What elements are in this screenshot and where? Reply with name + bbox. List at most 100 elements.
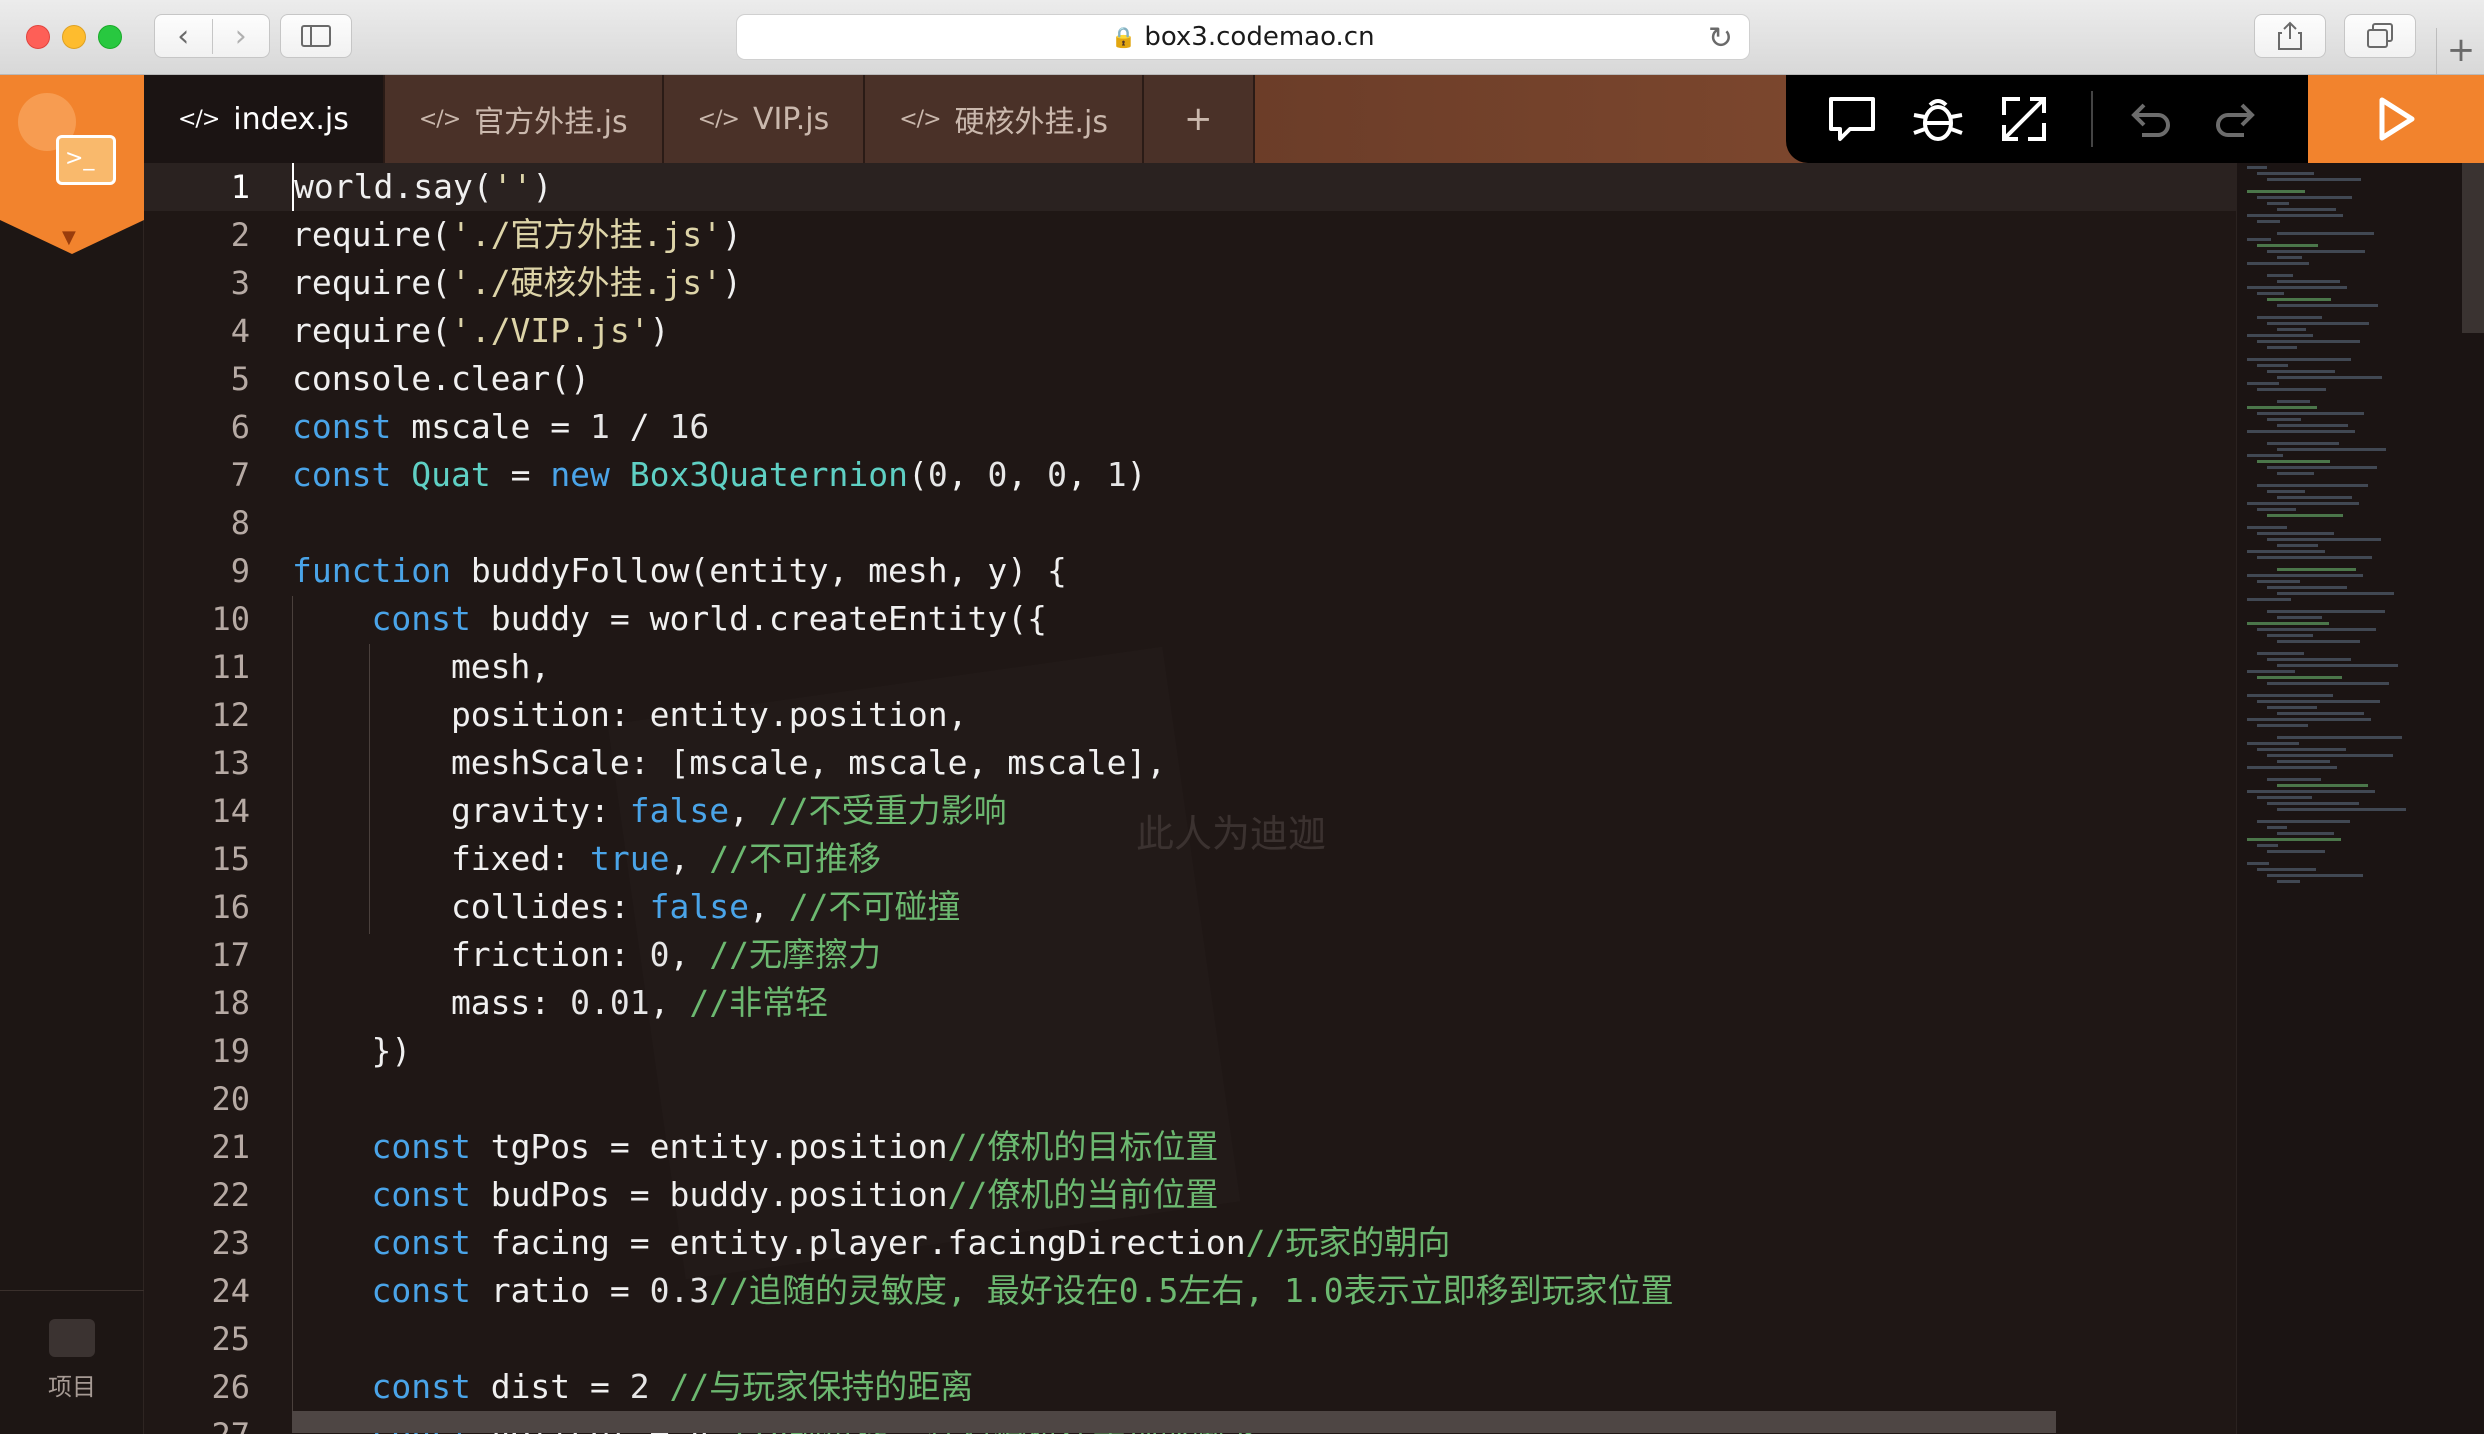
code-line[interactable]: mass: 0.01, //非常轻 (292, 979, 1674, 1027)
code-line[interactable]: const Quat = new Box3Quaternion(0, 0, 0,… (292, 451, 1674, 499)
minimap-line (2277, 304, 2378, 307)
code-line[interactable]: friction: 0, //无摩擦力 (292, 931, 1674, 979)
code-lines[interactable]: world.say('') require('./官方外挂.js') require… (292, 163, 1674, 1434)
minimize-window-button[interactable] (62, 25, 86, 49)
code-line[interactable]: const facing = entity.player.facingDirec… (292, 1219, 1674, 1267)
code-token: world.say( (294, 167, 493, 206)
minimap-line (2247, 214, 2343, 217)
code-line[interactable]: const buddy = world.createEntity({ (292, 595, 1674, 643)
code-token: mass: (292, 983, 571, 1022)
vertical-scrollbar-thumb[interactable] (2462, 163, 2484, 333)
minimap-line (2247, 622, 2329, 625)
code-token: collides: (292, 887, 650, 926)
back-arrow-icon[interactable]: ‹ (155, 18, 213, 54)
code-token: false (649, 887, 749, 926)
code-line[interactable]: require('./硬核外挂.js') (292, 259, 1674, 307)
tab-hardcore-plugin-js[interactable]: </> 硬核外挂.js (865, 75, 1145, 163)
minimap-line (2257, 244, 2318, 247)
code-line[interactable]: console.clear() (292, 355, 1674, 403)
add-tab-button[interactable]: + (1144, 75, 1255, 163)
code-line[interactable]: const ratio = 0.3//追随的灵敏度, 最好设在0.5左右, 1.… (292, 1267, 1673, 1315)
code-editor[interactable]: 此人为迪迦 1 2 3 4 5 6 7 8 9 10 11 12 13 14 15 16 17 18 19 20 21 2… (144, 163, 2236, 1434)
tab-overview-button[interactable] (2344, 14, 2416, 58)
tab-official-plugin-js[interactable]: </> 官方外挂.js (384, 75, 664, 163)
lock-icon: 🔒 (1111, 25, 1137, 49)
editor-toolbar (1786, 75, 2308, 163)
code-line[interactable]: const dist = 2 //与玩家保持的距离 (292, 1363, 1674, 1411)
code-line[interactable]: const tgPos = entity.position//僚机的目标位置 (292, 1123, 1674, 1171)
minimap-line (2247, 382, 2279, 385)
code-token: buddy = world.createEntity({ (470, 599, 1047, 638)
line-number: 21 (211, 1128, 250, 1166)
minimap-line (2257, 364, 2288, 367)
tab-vip-js[interactable]: </> VIP.js (663, 75, 866, 163)
code-line[interactable]: collides: false, //不可碰撞 (292, 883, 1674, 931)
minimap-line (2267, 682, 2389, 685)
minimap-line (2267, 874, 2363, 877)
minimap-line (2247, 718, 2371, 721)
code-line[interactable]: world.say('') (292, 163, 1674, 211)
line-number: 20 (211, 1080, 250, 1118)
expand-button[interactable] (1994, 89, 2054, 149)
code-line[interactable]: meshScale: [mscale, mscale, mscale], (292, 739, 1674, 787)
line-number: 4 (230, 312, 250, 350)
code-token: , (748, 887, 789, 926)
code-line[interactable] (292, 499, 1674, 547)
code-minimap[interactable] (2236, 163, 2484, 1434)
sidebar-toggle-button[interactable] (280, 14, 352, 58)
zoom-window-button[interactable] (98, 25, 122, 49)
undo-button[interactable] (2120, 89, 2180, 149)
address-bar[interactable]: 🔒 box3.codemao.cn ↻ (736, 14, 1750, 60)
code-line[interactable]: position: entity.position, (292, 691, 1674, 739)
code-token: ) (532, 167, 553, 206)
run-button[interactable] (2308, 75, 2484, 163)
code-token: require( (292, 311, 451, 350)
code-line[interactable]: const budPos = buddy.position//僚机的当前位置 (292, 1171, 1674, 1219)
code-line[interactable]: require('./VIP.js') (292, 307, 1674, 355)
minimap-line (2267, 538, 2381, 541)
debug-button[interactable] (1908, 89, 1968, 149)
caret-down-icon[interactable]: ▼ (62, 227, 76, 248)
code-token: ) (722, 263, 742, 302)
close-window-button[interactable] (26, 25, 50, 49)
line-number: 24 (211, 1272, 250, 1310)
horizontal-scrollbar[interactable] (292, 1411, 2056, 1433)
code-token: ) (1126, 455, 1147, 494)
tab-index-js[interactable]: </> index.js (144, 75, 385, 163)
new-browser-tab-button[interactable]: + (2436, 28, 2484, 74)
redo-button[interactable] (2206, 89, 2266, 149)
minimap-line (2257, 556, 2372, 559)
code-line[interactable] (292, 1315, 1674, 1363)
reload-icon[interactable]: ↻ (1708, 21, 1733, 56)
minimap-line (2267, 442, 2339, 445)
sidebar-item-project[interactable]: 项目 (0, 1290, 144, 1434)
minimap-line (2257, 748, 2346, 751)
minimap-line (2277, 832, 2334, 835)
code-token: , (729, 791, 769, 830)
minimap-line (2257, 676, 2342, 679)
forward-arrow-icon[interactable]: › (213, 19, 270, 54)
tabs-overview-icon (2367, 23, 2393, 48)
code-token: mscale = (391, 407, 591, 446)
code-line[interactable]: }) (292, 1027, 1674, 1075)
app-logo[interactable]: >_ (0, 75, 144, 220)
code-line[interactable]: const mscale = 1 / 16 (292, 403, 1674, 451)
minimap-line (2247, 334, 2313, 337)
share-button[interactable] (2254, 14, 2326, 58)
code-line[interactable]: function buddyFollow(entity, mesh, y) { (292, 547, 1674, 595)
comment-button[interactable] (1822, 89, 1882, 149)
code-token: meshScale: [mscale, mscale, mscale], (292, 743, 1167, 782)
code-line[interactable]: require('./官方外挂.js') (292, 211, 1674, 259)
code-line[interactable] (292, 1075, 1674, 1123)
minimap-line (2267, 418, 2301, 421)
code-line[interactable]: gravity: false, //不受重力影响 (292, 787, 1674, 835)
code-line[interactable]: fixed: true, //不可推移 (292, 835, 1674, 883)
minimap-line (2247, 454, 2283, 457)
code-token: fixed: (292, 839, 591, 878)
minimap-line (2267, 610, 2385, 613)
code-token: const (292, 455, 392, 494)
code-line[interactable]: mesh, (292, 643, 1674, 691)
